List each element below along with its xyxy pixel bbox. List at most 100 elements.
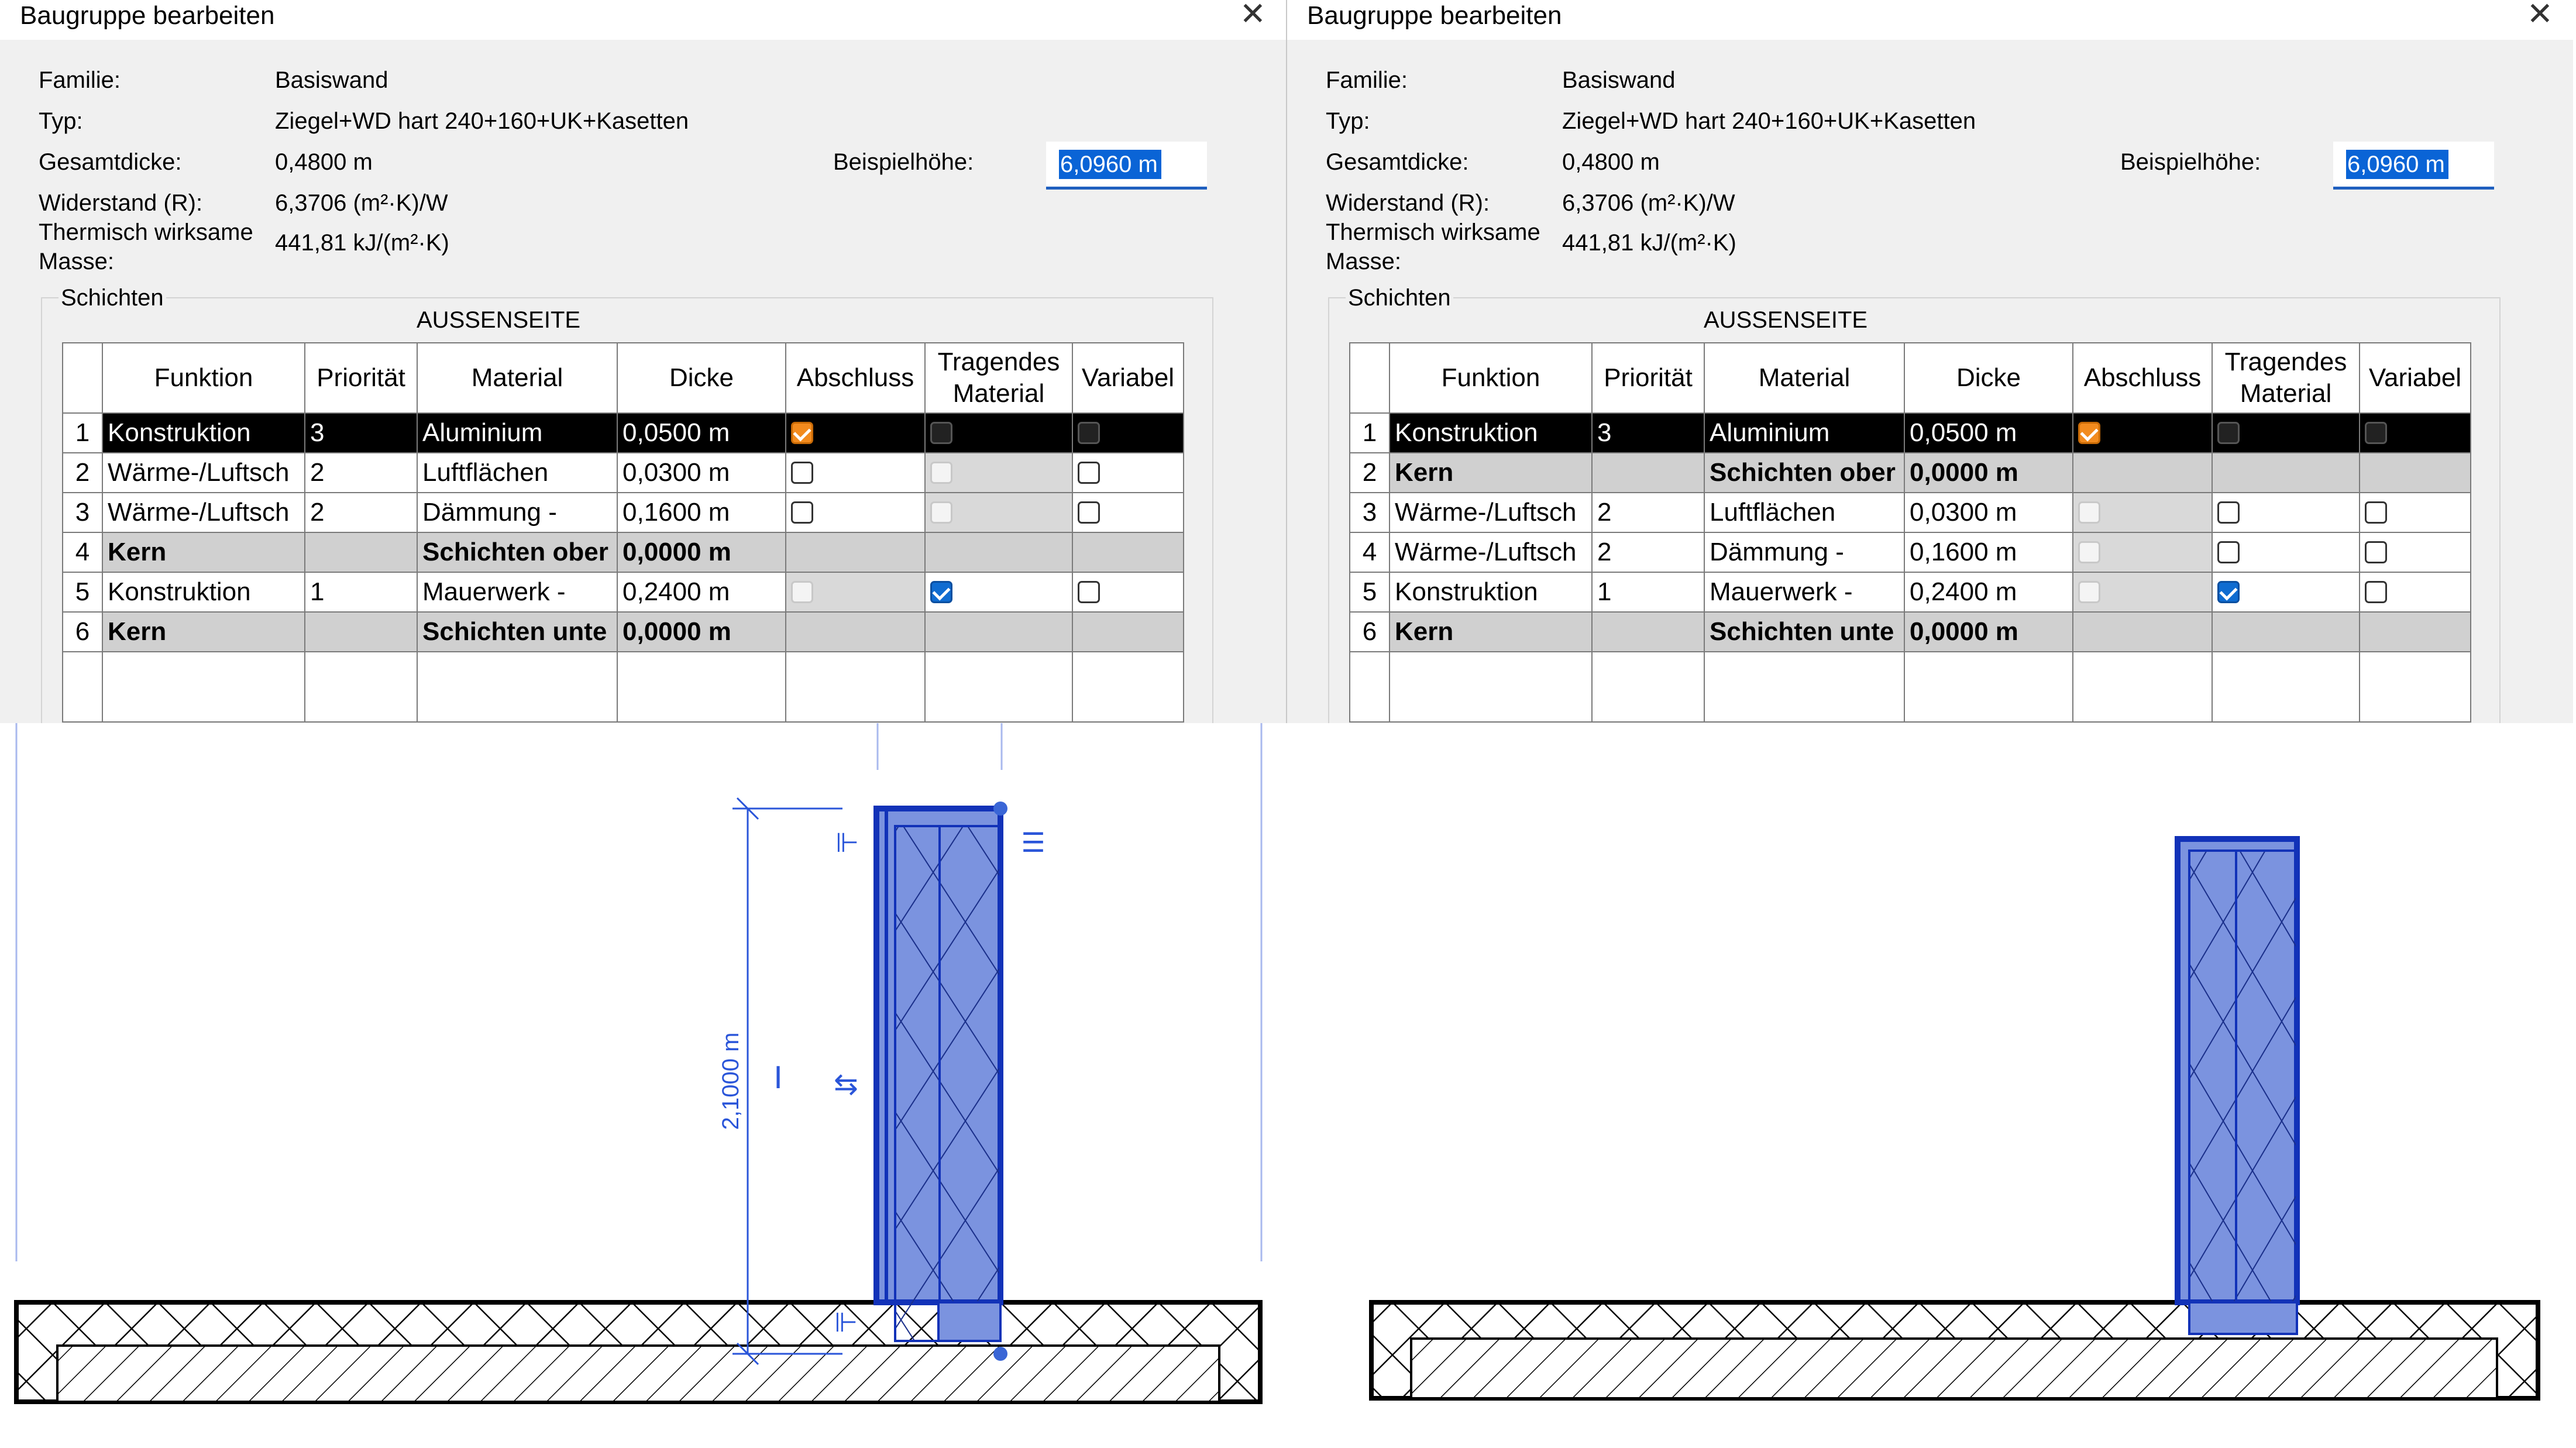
checkbox[interactable] [1078, 581, 1100, 604]
material-cell[interactable]: Schichten unte [1704, 611, 1905, 652]
funktion-cell[interactable]: Kern [102, 532, 305, 573]
header-variabel[interactable]: Variabel [2359, 342, 2471, 414]
dicke-cell[interactable]: 0,0500 m [1904, 412, 2073, 453]
table-row[interactable]: 4 Wärme-/Luftsch 2 Dämmung -0,1600 m [1349, 532, 2471, 573]
funktion-cell[interactable]: Konstruktion [1389, 412, 1593, 453]
funktion-cell[interactable]: Wärme-/Luftsch [102, 452, 305, 493]
abschluss-cell[interactable] [785, 572, 926, 613]
tragendes-material-cell[interactable] [924, 572, 1073, 613]
table-row[interactable]: 1 Konstruktion 3 Aluminium 0,0500 m [1349, 412, 2471, 453]
row-number[interactable]: 3 [1349, 492, 1390, 533]
row-number[interactable]: 4 [1349, 532, 1390, 573]
row-number[interactable]: 5 [1349, 572, 1390, 613]
variabel-cell[interactable] [1072, 492, 1184, 533]
header-funktion[interactable]: Funktion [102, 342, 305, 414]
wall-section-preview-right[interactable] [1287, 723, 2573, 1448]
table-row[interactable]: 6 Kern Schichten unte 0,0000 m [62, 611, 1184, 652]
material-cell[interactable]: Schichten ober [417, 532, 618, 573]
wall-end-grip[interactable] [993, 802, 1007, 816]
tragendes-material-cell[interactable] [2212, 412, 2360, 453]
prioritaet-cell[interactable]: 3 [1591, 412, 1705, 453]
variabel-cell[interactable] [2359, 492, 2471, 533]
close-icon[interactable]: ✕ [1240, 0, 1266, 30]
abschluss-cell[interactable] [2072, 412, 2213, 453]
dicke-cell[interactable]: 0,1600 m [617, 492, 786, 533]
prioritaet-cell[interactable]: 3 [304, 412, 418, 453]
shape-handle-bottom-icon[interactable]: ⊩ [834, 1306, 858, 1338]
row-number[interactable]: 4 [62, 532, 103, 573]
funktion-cell[interactable]: Konstruktion [102, 412, 305, 453]
table-row[interactable]: 6 Kern Schichten unte 0,0000 m [1349, 611, 2471, 652]
header-abschluss[interactable]: Abschluss [785, 342, 926, 414]
checkbox[interactable] [2365, 581, 2387, 604]
variabel-cell[interactable] [1072, 611, 1184, 652]
prioritaet-cell[interactable] [304, 611, 418, 652]
prioritaet-cell[interactable] [1591, 611, 1705, 652]
tragendes-material-cell[interactable] [924, 611, 1073, 652]
abschluss-cell[interactable] [785, 452, 926, 493]
row-number[interactable]: 2 [1349, 452, 1390, 493]
checkbox-checked[interactable] [2078, 422, 2100, 445]
checkbox-disabled[interactable] [930, 501, 952, 524]
abschluss-cell[interactable] [785, 611, 926, 652]
material-cell[interactable]: Aluminium [1704, 412, 1905, 453]
checkbox[interactable] [2217, 541, 2240, 564]
variabel-cell[interactable] [2359, 452, 2471, 493]
flip-arrows-icon[interactable]: ⇆ [834, 1067, 858, 1101]
funktion-cell[interactable]: Kern [1389, 611, 1593, 652]
variabel-cell[interactable] [1072, 412, 1184, 453]
dicke-cell[interactable]: 0,0000 m [617, 611, 786, 652]
prioritaet-cell[interactable]: 1 [1591, 572, 1705, 613]
material-cell[interactable]: Mauerwerk - [417, 572, 618, 613]
checkbox[interactable] [1078, 462, 1100, 484]
header-funktion[interactable]: Funktion [1389, 342, 1593, 414]
table-row[interactable]: 2 Kern Schichten ober 0,0000 m [1349, 452, 2471, 493]
beispielhoehe-input[interactable]: 6,0960 m [2333, 142, 2494, 190]
tragendes-material-cell[interactable] [2212, 532, 2360, 573]
table-row[interactable]: 5 Konstruktion 1 Mauerwerk -0,2400 m [1349, 572, 2471, 613]
checkbox-disabled[interactable] [2078, 501, 2100, 524]
prioritaet-cell[interactable] [304, 532, 418, 573]
funktion-cell[interactable]: Wärme-/Luftsch [1389, 532, 1593, 573]
tragendes-material-cell[interactable] [924, 452, 1073, 493]
checkbox[interactable] [791, 462, 813, 484]
prioritaet-cell[interactable] [1591, 452, 1705, 493]
tragendes-material-cell[interactable] [2212, 492, 2360, 533]
abschluss-cell[interactable] [2072, 611, 2213, 652]
funktion-cell[interactable]: Konstruktion [102, 572, 305, 613]
material-cell[interactable]: Luftflächen [1704, 492, 1905, 533]
header-tragendes-material[interactable]: Tragendes Material [2212, 342, 2360, 414]
variabel-cell[interactable] [2359, 572, 2471, 613]
header-material[interactable]: Material [417, 342, 618, 414]
material-cell[interactable]: Mauerwerk - [1704, 572, 1905, 613]
checkbox-disabled[interactable] [2217, 422, 2240, 445]
row-number[interactable]: 3 [62, 492, 103, 533]
header-dicke[interactable]: Dicke [1904, 342, 2073, 414]
funktion-cell[interactable]: Wärme-/Luftsch [102, 492, 305, 533]
dimension-lock-icon[interactable]: I [773, 1061, 782, 1096]
tragendes-material-cell[interactable] [2212, 452, 2360, 493]
dicke-cell[interactable]: 0,0000 m [617, 532, 786, 573]
checkbox[interactable] [2217, 501, 2240, 524]
row-number[interactable]: 6 [1349, 611, 1390, 652]
checkbox[interactable] [1078, 501, 1100, 524]
material-cell[interactable]: Schichten ober [1704, 452, 1905, 493]
variabel-cell[interactable] [1072, 572, 1184, 613]
tragendes-material-cell[interactable] [924, 412, 1073, 453]
funktion-cell[interactable]: Konstruktion [1389, 572, 1593, 613]
wall-end-grip[interactable] [993, 1347, 1007, 1361]
variabel-cell[interactable] [1072, 452, 1184, 493]
variabel-cell[interactable] [2359, 412, 2471, 453]
checkbox-disabled[interactable] [2078, 581, 2100, 604]
variabel-cell[interactable] [2359, 532, 2471, 573]
abschluss-cell[interactable] [2072, 452, 2213, 493]
header-material[interactable]: Material [1704, 342, 1905, 414]
header-abschluss[interactable]: Abschluss [2072, 342, 2213, 414]
dicke-cell[interactable]: 0,2400 m [617, 572, 786, 613]
table-row[interactable]: 3 Wärme-/Luftsch 2 Dämmung -0,1600 m [62, 492, 1184, 533]
material-cell[interactable]: Schichten unte [417, 611, 618, 652]
row-number[interactable]: 1 [62, 412, 103, 453]
checkbox-disabled[interactable] [930, 422, 952, 445]
abschluss-cell[interactable] [2072, 532, 2213, 573]
tragendes-material-cell[interactable] [2212, 611, 2360, 652]
